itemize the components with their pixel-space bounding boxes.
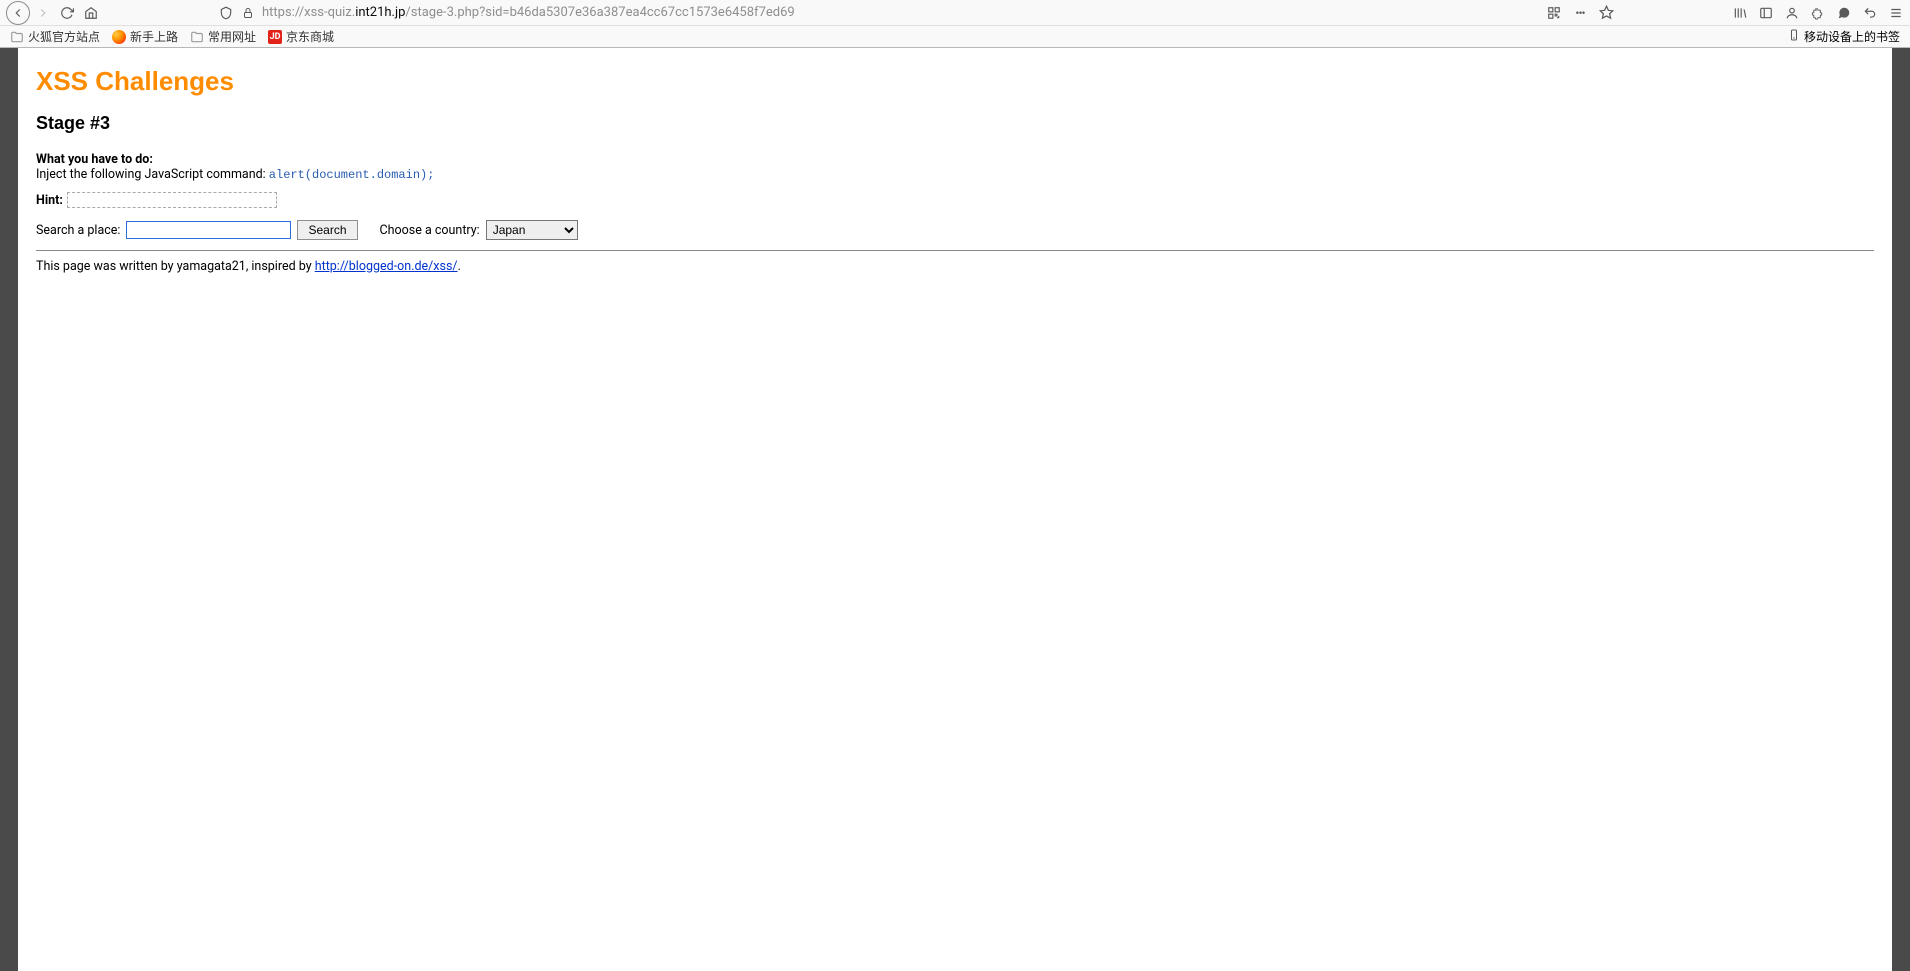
bookmarks-right[interactable]: 移动设备上的书签 [1788,28,1900,45]
page-content: XSS Challenges Stage #3 What you have to… [18,48,1892,971]
todo-code: alert(document.domain); [269,168,435,182]
back-button[interactable] [6,1,30,25]
hint-row: Hint: [36,192,1874,208]
sidebar-icon[interactable] [1758,5,1774,21]
hint-box [67,192,277,208]
page-outer: XSS Challenges Stage #3 What you have to… [0,48,1910,971]
footer-prefix: This page was written by yamagata21, ins… [36,259,315,274]
page-actions-icon[interactable] [1572,5,1588,21]
bookmark-item[interactable]: 新手上路 [112,28,178,45]
bookmarks-bar: 火狐官方站点 新手上路 常用网址 JD 京东商城 移动设备上的书签 [0,26,1910,48]
account-icon[interactable] [1784,5,1800,21]
page-title: XSS Challenges [36,66,1874,97]
address-bar[interactable]: https://xss-quiz.int21h.jp/stage-3.php?s… [214,2,1424,24]
bookmark-label: 新手上路 [130,28,178,45]
firefox-icon [112,30,126,44]
bookmark-item[interactable]: 常用网址 [190,28,256,45]
search-form: Search a place: Search Choose a country:… [36,220,1874,240]
qr-icon[interactable] [1546,5,1562,21]
footer-suffix: . [458,259,461,274]
bookmark-label: 京东商城 [286,28,334,45]
divider [36,250,1874,251]
bookmark-item[interactable]: 火狐官方站点 [10,28,100,45]
search-label: Search a place: [36,223,120,238]
library-icon[interactable] [1732,5,1748,21]
jd-icon: JD [268,30,282,44]
bookmark-item[interactable]: JD 京东商城 [268,28,334,45]
bookmark-label: 火狐官方站点 [28,28,100,45]
extension-icon[interactable] [1810,5,1826,21]
shield-icon [218,5,234,21]
search-button[interactable]: Search [297,220,357,240]
menu-icon[interactable] [1888,5,1904,21]
hint-label: Hint: [36,193,63,208]
folder-icon [10,30,24,44]
footer-line: This page was written by yamagata21, ins… [36,259,1874,274]
search-input[interactable] [126,221,291,239]
bookmark-label: 常用网址 [208,28,256,45]
forward-button[interactable] [32,2,54,24]
country-label: Choose a country: [380,223,480,238]
todo-label: What you have to do: [36,152,1874,167]
browser-menu-icons [1732,5,1904,21]
reload-button[interactable] [56,2,78,24]
address-actions [1546,5,1620,21]
stage-heading: Stage #3 [36,113,1874,134]
favorite-icon[interactable] [1598,5,1614,21]
lock-icon [240,5,256,21]
country-select[interactable]: Japan [486,220,578,240]
chat-icon[interactable] [1836,5,1852,21]
footer-link[interactable]: http://blogged-on.de/xss/ [315,259,458,274]
undo-icon[interactable] [1862,5,1878,21]
home-button[interactable] [80,2,102,24]
todo-text: Inject the following JavaScript command:… [36,167,1874,182]
mobile-icon [1788,29,1800,44]
browser-toolbar: https://xss-quiz.int21h.jp/stage-3.php?s… [0,0,1910,26]
bookmarks-right-label: 移动设备上的书签 [1804,28,1900,45]
address-url: https://xss-quiz.int21h.jp/stage-3.php?s… [262,5,795,20]
folder-icon [190,30,204,44]
